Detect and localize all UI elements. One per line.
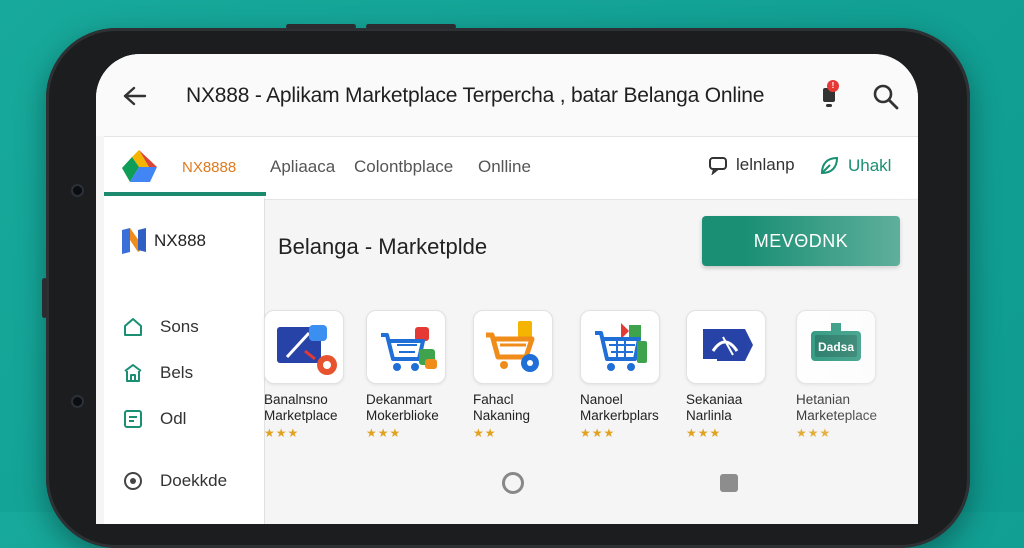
- front-sensor-2: [73, 397, 82, 406]
- app-rating: ★★★: [580, 426, 616, 440]
- sidebar-item-doekkde[interactable]: Doekkde: [122, 470, 227, 492]
- app-rating: ★★★: [796, 426, 832, 440]
- sidebar-brand[interactable]: NX888: [120, 226, 206, 256]
- search-icon[interactable]: [872, 83, 900, 111]
- sidebar: NX888 Sons Bels Odl Doekkde: [104, 198, 265, 524]
- cart-icon: [381, 327, 437, 371]
- tools-icon: [277, 325, 337, 375]
- drive-logo-icon: [122, 150, 157, 182]
- app-rating: ★★★: [264, 426, 300, 440]
- volume-button: [366, 24, 456, 29]
- app-card[interactable]: Sekaniaa Narlinla ★★★: [686, 310, 766, 440]
- app-title: NX888 - Aplikam Marketplace Terpercha , …: [186, 84, 765, 107]
- app-subtitle: Nakaning: [473, 408, 531, 423]
- sidebar-brand-label: NX888: [154, 231, 206, 250]
- app-card[interactable]: Fahacl Nakaning ★★: [473, 310, 553, 440]
- app-rating: ★★★: [366, 426, 402, 440]
- app-name: Sekaniaa: [686, 392, 743, 407]
- app-name: Nanoel: [580, 392, 623, 407]
- app-icon: Dadsa: [796, 310, 876, 384]
- screen: NX888 - Aplikam Marketplace Terpercha , …: [96, 54, 918, 524]
- app-name: Banalnsno: [264, 392, 328, 407]
- leaf-tab[interactable]: Uhakl: [818, 155, 891, 177]
- tab-colontbplace[interactable]: Colontbplace: [354, 157, 453, 177]
- sidebar-item-label: Doekkde: [160, 471, 228, 490]
- sidebar-item-odl[interactable]: Odl: [122, 408, 186, 430]
- app-card[interactable]: Dadsa Hetanian Marketeplace ★★★: [796, 310, 878, 440]
- front-sensor-1: [73, 186, 82, 195]
- app-icon: [686, 310, 766, 384]
- app-subtitle: Narlinla: [686, 408, 732, 423]
- app-rating: ★★★: [686, 426, 722, 440]
- app-subtitle: Mokerblioke: [366, 408, 439, 423]
- power-button: [286, 24, 356, 29]
- back-arrow-icon[interactable]: [120, 82, 148, 110]
- app-icon: [580, 310, 660, 384]
- app-card[interactable]: Nanoel Markerbplars ★★★: [580, 310, 660, 440]
- sidebar-item-label: Bels: [160, 363, 194, 382]
- sidebar-item-sons[interactable]: Sons: [122, 316, 199, 338]
- tab-bar: NX8888 Apliaaca Colontbplace Onlline lel…: [104, 136, 918, 200]
- wallet-icon: [124, 410, 142, 428]
- notification-badge: !: [827, 80, 839, 92]
- app-icon: [473, 310, 553, 384]
- chat-tab[interactable]: lelnlanp: [708, 155, 795, 175]
- circle-icon: [124, 472, 142, 490]
- app-rating: ★★: [473, 426, 497, 440]
- cart-icon: [486, 321, 539, 372]
- app-icon: [264, 310, 344, 384]
- app-subtitle: Markerbplars: [580, 408, 659, 423]
- cart-icon: [595, 323, 647, 371]
- app-name: Hetanian: [796, 392, 851, 407]
- store-sign-text: Dadsa: [818, 340, 854, 354]
- sidebar-item-bels[interactable]: Bels: [122, 362, 193, 384]
- app-name: Dekanmart: [366, 392, 433, 407]
- page-title: Belanga - Marketplde: [278, 234, 488, 259]
- app-name: Fahacl: [473, 392, 514, 407]
- nav-recents-button[interactable]: [720, 474, 738, 492]
- home-icon: [124, 318, 142, 336]
- tab-apliaaca[interactable]: Apliaaca: [270, 157, 335, 177]
- app-subtitle: Marketplace: [264, 408, 338, 423]
- side-button: [42, 278, 47, 318]
- tab-onlline[interactable]: Onlline: [478, 157, 531, 177]
- sidebar-item-label: Sons: [160, 317, 199, 336]
- nav-home-button[interactable]: [502, 472, 524, 494]
- app-card[interactable]: Dekanmart Mokerblioke ★★★: [366, 310, 446, 440]
- app-subtitle: Marketeplace: [796, 408, 878, 423]
- leaf-icon: [820, 156, 839, 175]
- sidebar-item-label: Odl: [160, 409, 187, 428]
- app-bar: NX888 - Aplikam Marketplace Terpercha , …: [96, 54, 918, 136]
- tag-icon: [703, 329, 753, 361]
- primary-cta-button[interactable]: MEVΘDNK: [702, 216, 900, 266]
- app-icon: [366, 310, 446, 384]
- tab-nx8888[interactable]: NX8888: [182, 159, 236, 176]
- chat-icon: [709, 157, 727, 175]
- active-tab-indicator: [104, 192, 266, 196]
- app-card[interactable]: Banalnsno Marketplace ★★★: [264, 310, 344, 440]
- leaf-tab-label: Uhakl: [848, 156, 892, 175]
- chat-tab-label: lelnlanp: [736, 155, 795, 174]
- shop-icon: [124, 364, 142, 382]
- brand-logo-icon: [122, 228, 146, 254]
- store-sign-icon: Dadsa: [811, 323, 861, 361]
